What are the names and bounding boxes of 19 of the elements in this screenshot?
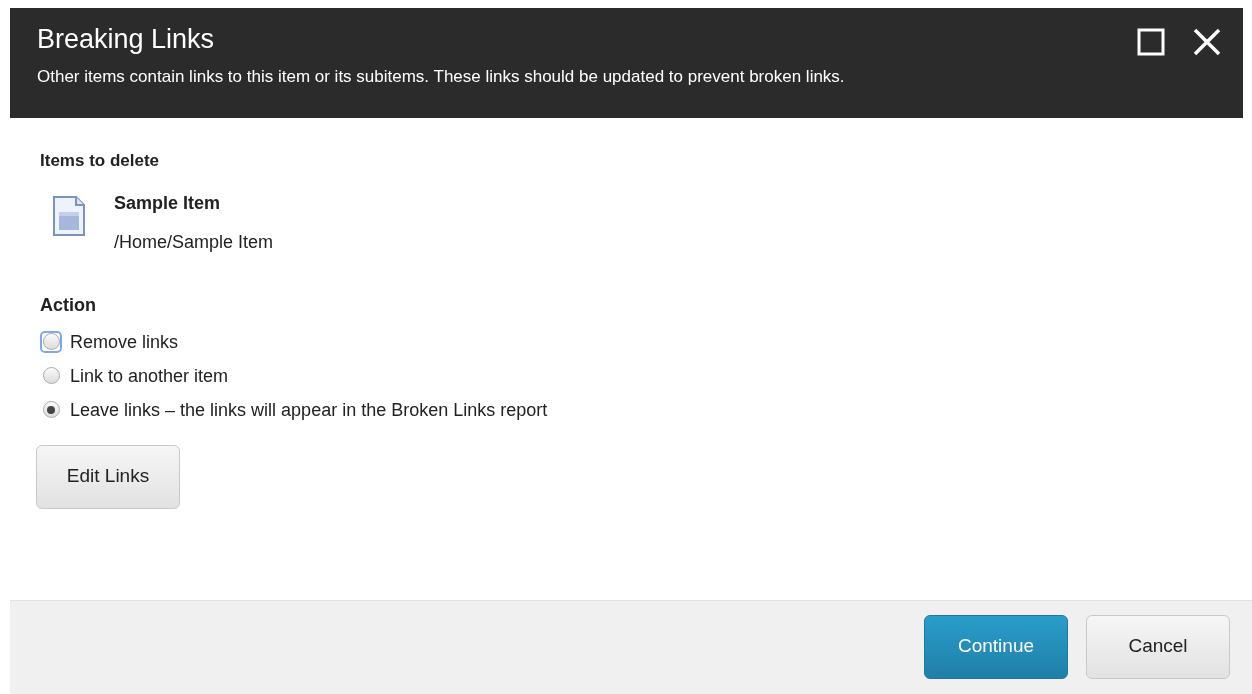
item-name: Sample Item xyxy=(114,191,222,215)
radio-label: Leave links – the links will appear in the Broken Links report xyxy=(70,398,548,421)
cancel-button[interactable]: Cancel xyxy=(1086,614,1230,679)
dialog-title: Breaking Links xyxy=(37,23,216,56)
continue-button[interactable]: Continue xyxy=(924,614,1068,679)
radio-option[interactable]: Remove links xyxy=(40,330,1252,353)
close-icon[interactable] xyxy=(1193,28,1221,56)
dialog-subtitle: Other items contain links to this item or its subitems. These links should be updated to prevent broken links. xyxy=(37,66,845,88)
item-path: /Home/Sample Item xyxy=(114,230,274,254)
radio-label: Link to another item xyxy=(70,364,229,387)
radio-button[interactable] xyxy=(40,330,62,353)
radio-label: Remove links xyxy=(70,330,179,353)
section-heading: Action xyxy=(40,293,97,317)
radio-option[interactable]: Link to another item xyxy=(40,364,1252,387)
document-icon xyxy=(52,194,86,237)
edit-links-button[interactable]: Edit Links xyxy=(36,444,180,509)
section-heading: Items to delete xyxy=(40,150,161,172)
radio-option[interactable]: Leave links – the links will appear in the Broken Links report xyxy=(40,398,1252,421)
maximize-icon[interactable] xyxy=(1137,28,1165,56)
